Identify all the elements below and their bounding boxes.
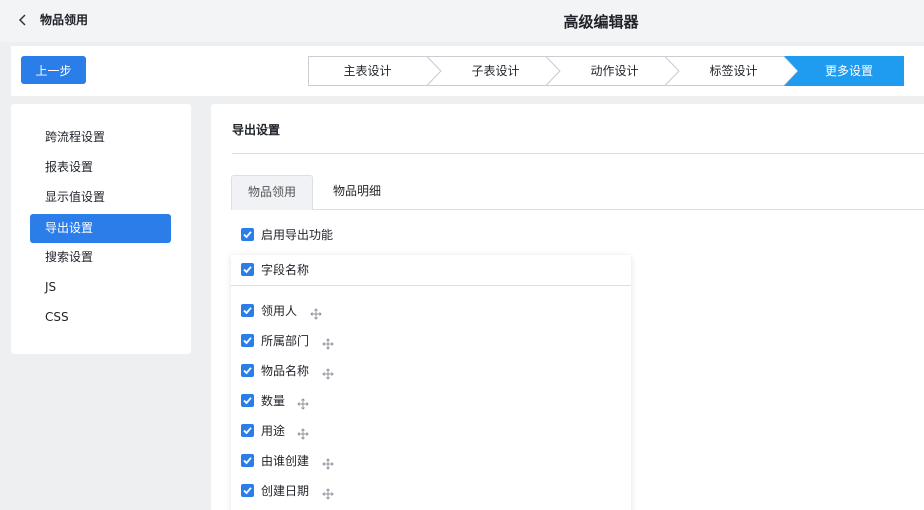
field-name-header: 字段名称	[261, 263, 310, 277]
menu-item-search[interactable]: 搜索设置	[30, 243, 171, 272]
drag-handle-icon[interactable]	[322, 455, 334, 470]
check-icon	[243, 307, 252, 315]
check-icon	[243, 397, 252, 405]
field-label: 数量	[261, 394, 286, 408]
drag-handle-icon[interactable]	[322, 335, 334, 350]
drag-handle-icon[interactable]	[297, 425, 309, 440]
tab-item-requisition[interactable]: 物品领用	[231, 175, 313, 210]
step-more-settings[interactable]: 更多设置	[794, 56, 904, 86]
check-icon	[243, 427, 252, 435]
check-icon	[243, 337, 252, 345]
menu-item-report[interactable]: 报表设置	[30, 153, 171, 182]
enable-export-label: 启用导出功能	[261, 228, 334, 242]
drag-handle-icon[interactable]	[297, 395, 309, 410]
field-checkbox[interactable]	[241, 394, 254, 407]
check-icon	[243, 487, 252, 495]
step-navigator: 主表设计 子表设计 动作设计 标签设计 更多设置	[308, 56, 904, 86]
check-icon	[243, 231, 252, 239]
menu-item-css[interactable]: CSS	[30, 303, 171, 332]
previous-step-button[interactable]: 上一步	[21, 56, 86, 84]
settings-menu: 跨流程设置 报表设置 显示值设置 导出设置 搜索设置 JS CSS	[11, 104, 191, 354]
field-checkbox[interactable]	[241, 304, 254, 317]
field-label: 创建日期	[261, 484, 310, 498]
enable-export-checkbox[interactable]	[241, 228, 254, 241]
select-all-fields-checkbox[interactable]	[241, 263, 254, 276]
field-checkbox[interactable]	[241, 454, 254, 467]
section-title: 导出设置	[232, 123, 281, 137]
step-toolbar: 上一步 主表设计 子表设计 动作设计 标签设计 更多设置	[11, 46, 924, 96]
field-list-divider	[231, 285, 631, 286]
field-checkbox[interactable]	[241, 364, 254, 377]
drag-handle-icon[interactable]	[322, 365, 334, 380]
drag-handle-icon[interactable]	[322, 485, 334, 500]
tab-item-details[interactable]: 物品明细	[319, 175, 395, 210]
field-checkbox[interactable]	[241, 334, 254, 347]
field-label: 由谁创建	[261, 454, 310, 468]
step-sub-table-design[interactable]: 子表设计	[436, 56, 555, 86]
menu-item-display-value[interactable]: 显示值设置	[30, 183, 171, 212]
check-icon	[243, 367, 252, 375]
page-title: 高级编辑器	[563, 13, 639, 31]
export-settings-panel: 导出设置 物品领用 物品明细 启用导出功能 字段名称 领用人 所属部门 物品名称	[211, 104, 924, 510]
check-icon	[243, 266, 252, 274]
field-label: 用途	[261, 424, 286, 438]
field-checkbox[interactable]	[241, 424, 254, 437]
field-label: 物品名称	[261, 364, 310, 378]
top-bar: 物品领用 高级编辑器	[0, 0, 924, 42]
check-icon	[243, 457, 252, 465]
step-action-design[interactable]: 动作设计	[555, 56, 674, 86]
section-divider	[232, 153, 924, 154]
step-main-table-design[interactable]: 主表设计	[308, 56, 427, 86]
menu-item-js[interactable]: JS	[30, 273, 171, 302]
menu-item-cross-process[interactable]: 跨流程设置	[30, 123, 171, 152]
drag-handle-icon[interactable]	[310, 305, 322, 320]
menu-item-export[interactable]: 导出设置	[30, 214, 171, 243]
step-tag-design[interactable]: 标签设计	[674, 56, 793, 86]
field-checkbox[interactable]	[241, 484, 254, 497]
export-field-list: 字段名称 领用人 所属部门 物品名称 数量 用途 由谁创建 创建日期	[231, 255, 631, 510]
field-label: 领用人	[261, 304, 298, 318]
field-label: 所属部门	[261, 334, 310, 348]
